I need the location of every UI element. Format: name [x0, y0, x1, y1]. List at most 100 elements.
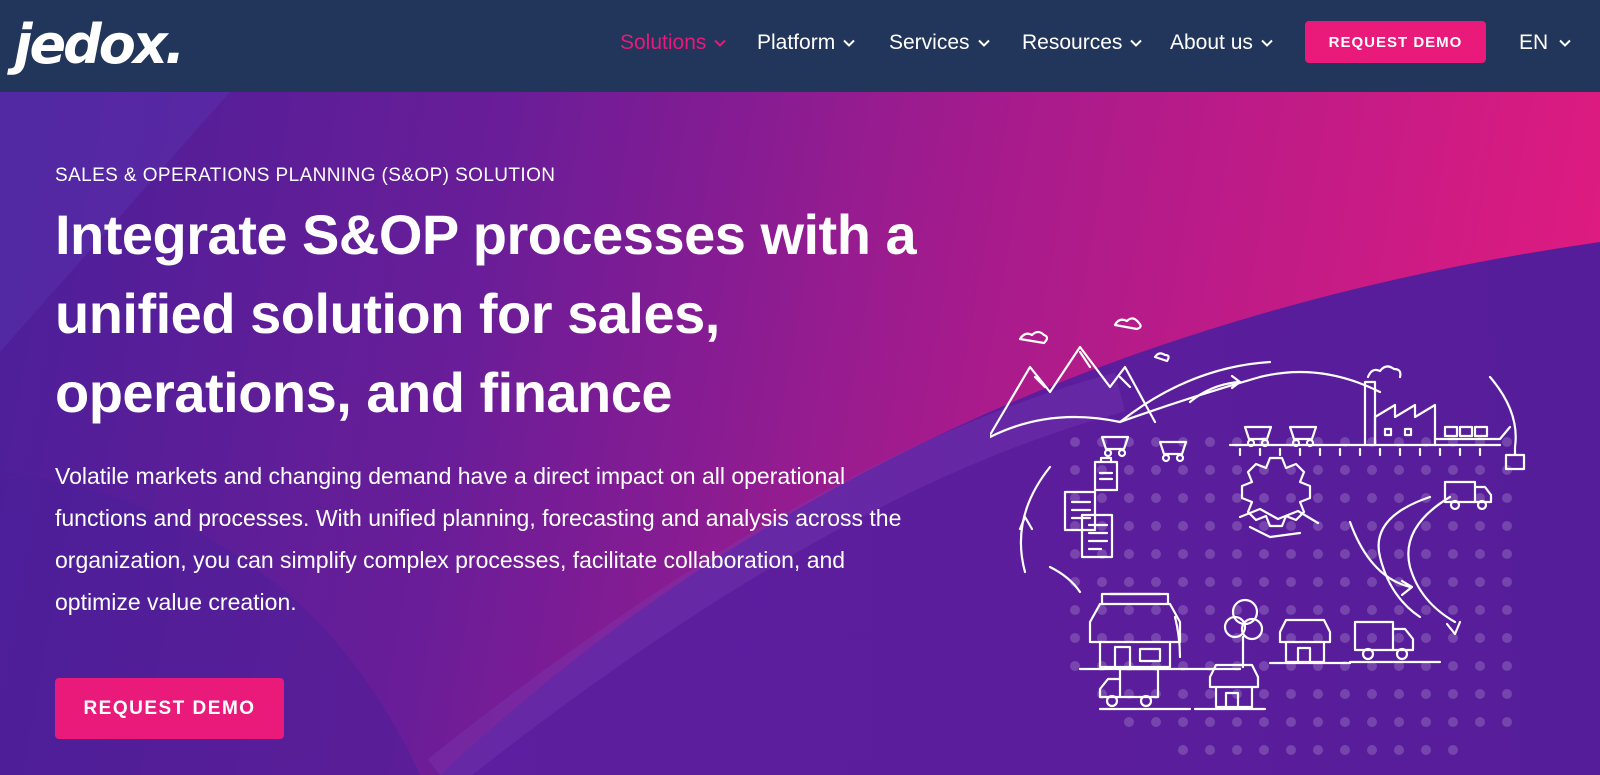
- nav-item-about-us[interactable]: About us: [1170, 26, 1274, 60]
- grid-dot: [1259, 577, 1269, 587]
- grid-dot: [1394, 493, 1404, 503]
- grid-dot: [1178, 549, 1188, 559]
- grid-dot: [1340, 605, 1350, 615]
- grid-dot: [1151, 577, 1161, 587]
- grid-dot: [1421, 465, 1431, 475]
- grid-dot: [1394, 465, 1404, 475]
- grid-dot: [1502, 717, 1512, 727]
- grid-dot: [1502, 437, 1512, 447]
- grid-dot: [1070, 633, 1080, 643]
- grid-dot: [1205, 521, 1215, 531]
- grid-dot: [1259, 689, 1269, 699]
- grid-dot: [1205, 745, 1215, 755]
- store-icon: [1078, 592, 1242, 671]
- clipboard-icon: [1093, 456, 1119, 492]
- grid-dot: [1340, 745, 1350, 755]
- grid-dot: [1367, 465, 1377, 475]
- grid-dot: [1502, 605, 1512, 615]
- grid-dot: [1151, 521, 1161, 531]
- hero-request-demo-button[interactable]: REQUEST DEMO: [55, 678, 284, 739]
- delivery-truck-icon: [1098, 667, 1192, 711]
- grid-dot: [1421, 745, 1431, 755]
- mine-cart-icon: [1243, 425, 1273, 448]
- grid-dot: [1421, 577, 1431, 587]
- grid-dot: [1070, 465, 1080, 475]
- grid-dot: [1070, 661, 1080, 671]
- grid-dot: [1259, 605, 1269, 615]
- grid-dot: [1394, 745, 1404, 755]
- grid-dot: [1394, 549, 1404, 559]
- grid-dot: [1286, 521, 1296, 531]
- grid-dot: [1367, 521, 1377, 531]
- cloud-icon: [1018, 330, 1049, 345]
- grid-dot: [1475, 605, 1485, 615]
- factory-icon: [1363, 365, 1437, 447]
- logo-wordmark: jedox.: [14, 13, 185, 76]
- chevron-down-icon: [1260, 36, 1274, 50]
- grid-dot: [1313, 465, 1323, 475]
- tree-icon: [1223, 598, 1264, 669]
- grid-dot: [1394, 633, 1404, 643]
- request-demo-button[interactable]: REQUEST DEMO: [1305, 21, 1486, 63]
- store-icon: [1193, 663, 1267, 711]
- grid-dot: [1367, 745, 1377, 755]
- grid-dot: [1448, 465, 1458, 475]
- grid-dot: [1367, 633, 1377, 643]
- grid-dot: [1340, 689, 1350, 699]
- grid-dot: [1259, 745, 1269, 755]
- grid-dot: [1124, 493, 1134, 503]
- grid-dot: [1178, 577, 1188, 587]
- grid-dot: [1178, 717, 1188, 727]
- grid-dot: [1232, 577, 1242, 587]
- grid-dot: [1448, 717, 1458, 727]
- grid-dot: [1232, 521, 1242, 531]
- mine-cart-icon: [1288, 425, 1318, 448]
- grid-dot: [1502, 633, 1512, 643]
- grid-dot: [1178, 605, 1188, 615]
- grid-dot: [1178, 493, 1188, 503]
- grid-dot: [1367, 689, 1377, 699]
- nav-item-platform[interactable]: Platform: [757, 26, 856, 60]
- nav-item-solutions[interactable]: Solutions: [620, 26, 727, 60]
- grid-dot: [1475, 521, 1485, 531]
- grid-dot: [1448, 521, 1458, 531]
- grid-dot: [1448, 661, 1458, 671]
- chevron-down-icon: [1129, 36, 1143, 50]
- grid-dot: [1286, 717, 1296, 727]
- cloud-icon: [1113, 317, 1142, 331]
- grid-dot: [1232, 465, 1242, 475]
- chevron-down-icon: [842, 36, 856, 50]
- grid-dot: [1367, 605, 1377, 615]
- jedox-logo[interactable]: jedox.: [14, 12, 185, 78]
- grid-dot: [1286, 745, 1296, 755]
- nav-item-label: Services: [889, 31, 970, 54]
- grid-dot: [1286, 577, 1296, 587]
- language-label: EN: [1519, 31, 1549, 54]
- grid-dot: [1421, 717, 1431, 727]
- grid-dot: [1313, 717, 1323, 727]
- grid-dot: [1232, 549, 1242, 559]
- chevron-down-icon: [977, 36, 991, 50]
- grid-dot: [1286, 549, 1296, 559]
- grid-dot: [1124, 717, 1134, 727]
- nav-item-resources[interactable]: Resources: [1022, 26, 1143, 60]
- chevron-down-icon: [713, 36, 727, 50]
- mountains-icon: [990, 345, 1157, 437]
- grid-dot: [1205, 493, 1215, 503]
- hero-headline: Integrate S&OP processes with a unified …: [55, 203, 917, 424]
- grid-dot: [1340, 493, 1350, 503]
- grid-dot: [1421, 521, 1431, 531]
- grid-dot: [1502, 689, 1512, 699]
- grid-dot: [1259, 549, 1269, 559]
- grid-dot: [1205, 605, 1215, 615]
- language-selector[interactable]: EN: [1519, 26, 1572, 60]
- grid-dot: [1313, 577, 1323, 587]
- nav-item-services[interactable]: Services: [889, 26, 991, 60]
- grid-dot: [1313, 689, 1323, 699]
- nav-item-label: Platform: [757, 31, 836, 54]
- grid-dot: [1502, 577, 1512, 587]
- grid-dot: [1448, 549, 1458, 559]
- grid-dot: [1367, 717, 1377, 727]
- grid-dot: [1232, 745, 1242, 755]
- grid-dot: [1286, 605, 1296, 615]
